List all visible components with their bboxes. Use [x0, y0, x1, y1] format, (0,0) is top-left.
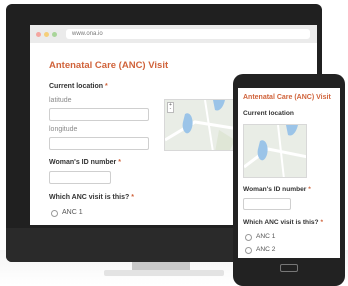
phone-current-location-label: Current location: [243, 110, 294, 117]
phone-woman-id-input[interactable]: [243, 198, 291, 210]
phone-woman-id-text: Woman's ID number: [243, 186, 307, 193]
woman-id-text: Woman's ID number: [49, 159, 117, 166]
current-location-text: Current location: [49, 83, 104, 90]
phone-location-map[interactable]: [243, 124, 307, 178]
phone-anc-visit-question-text: Which ANC visit is this?: [243, 219, 319, 226]
location-map[interactable]: + -: [164, 99, 244, 151]
minimize-dot-icon[interactable]: [44, 32, 49, 37]
close-dot-icon[interactable]: [36, 32, 41, 37]
required-marker: *: [308, 186, 311, 193]
address-bar[interactable]: www.ona.io: [66, 29, 310, 39]
latitude-label: latitude: [49, 97, 72, 104]
phone-screen: Antenatal Care (ANC) Visit Current locat…: [238, 88, 340, 258]
phone-anc2-label: ANC 2: [256, 246, 276, 253]
woman-id-input[interactable]: [49, 171, 111, 184]
required-marker: *: [320, 219, 324, 226]
mobile-phone: Antenatal Care (ANC) Visit Current locat…: [233, 74, 345, 286]
phone-anc1-radio[interactable]: [245, 234, 252, 241]
woman-id-label: Woman's ID number *: [49, 159, 121, 166]
latitude-input[interactable]: [49, 108, 149, 121]
phone-anc1-label: ANC 1: [256, 233, 276, 240]
phone-home-button[interactable]: [280, 264, 298, 272]
monitor-stand-base: [104, 270, 224, 276]
browser-bar: www.ona.io: [30, 25, 317, 43]
anc-visit-question-text: Which ANC visit is this?: [49, 194, 130, 201]
current-location-label: Current location *: [49, 83, 108, 90]
map-zoom-control[interactable]: + -: [167, 102, 174, 113]
phone-anc-visit-question: Which ANC visit is this? *: [243, 219, 323, 226]
maximize-dot-icon[interactable]: [52, 32, 57, 37]
required-marker: *: [118, 159, 121, 166]
phone-woman-id-label: Woman's ID number *: [243, 186, 311, 193]
anc1-radio[interactable]: [51, 210, 58, 217]
anc-visit-question: Which ANC visit is this? *: [49, 194, 134, 201]
phone-form-title: Antenatal Care (ANC) Visit: [243, 94, 331, 101]
phone-anc2-radio[interactable]: [245, 247, 252, 254]
form-title: Antenatal Care (ANC) Visit: [49, 60, 169, 71]
anc1-label: ANC 1: [62, 209, 83, 216]
longitude-label: longitude: [49, 126, 78, 133]
required-marker: *: [105, 83, 108, 90]
phone-map-graphic: [244, 125, 306, 177]
required-marker: *: [131, 194, 134, 201]
longitude-input[interactable]: [49, 137, 149, 150]
